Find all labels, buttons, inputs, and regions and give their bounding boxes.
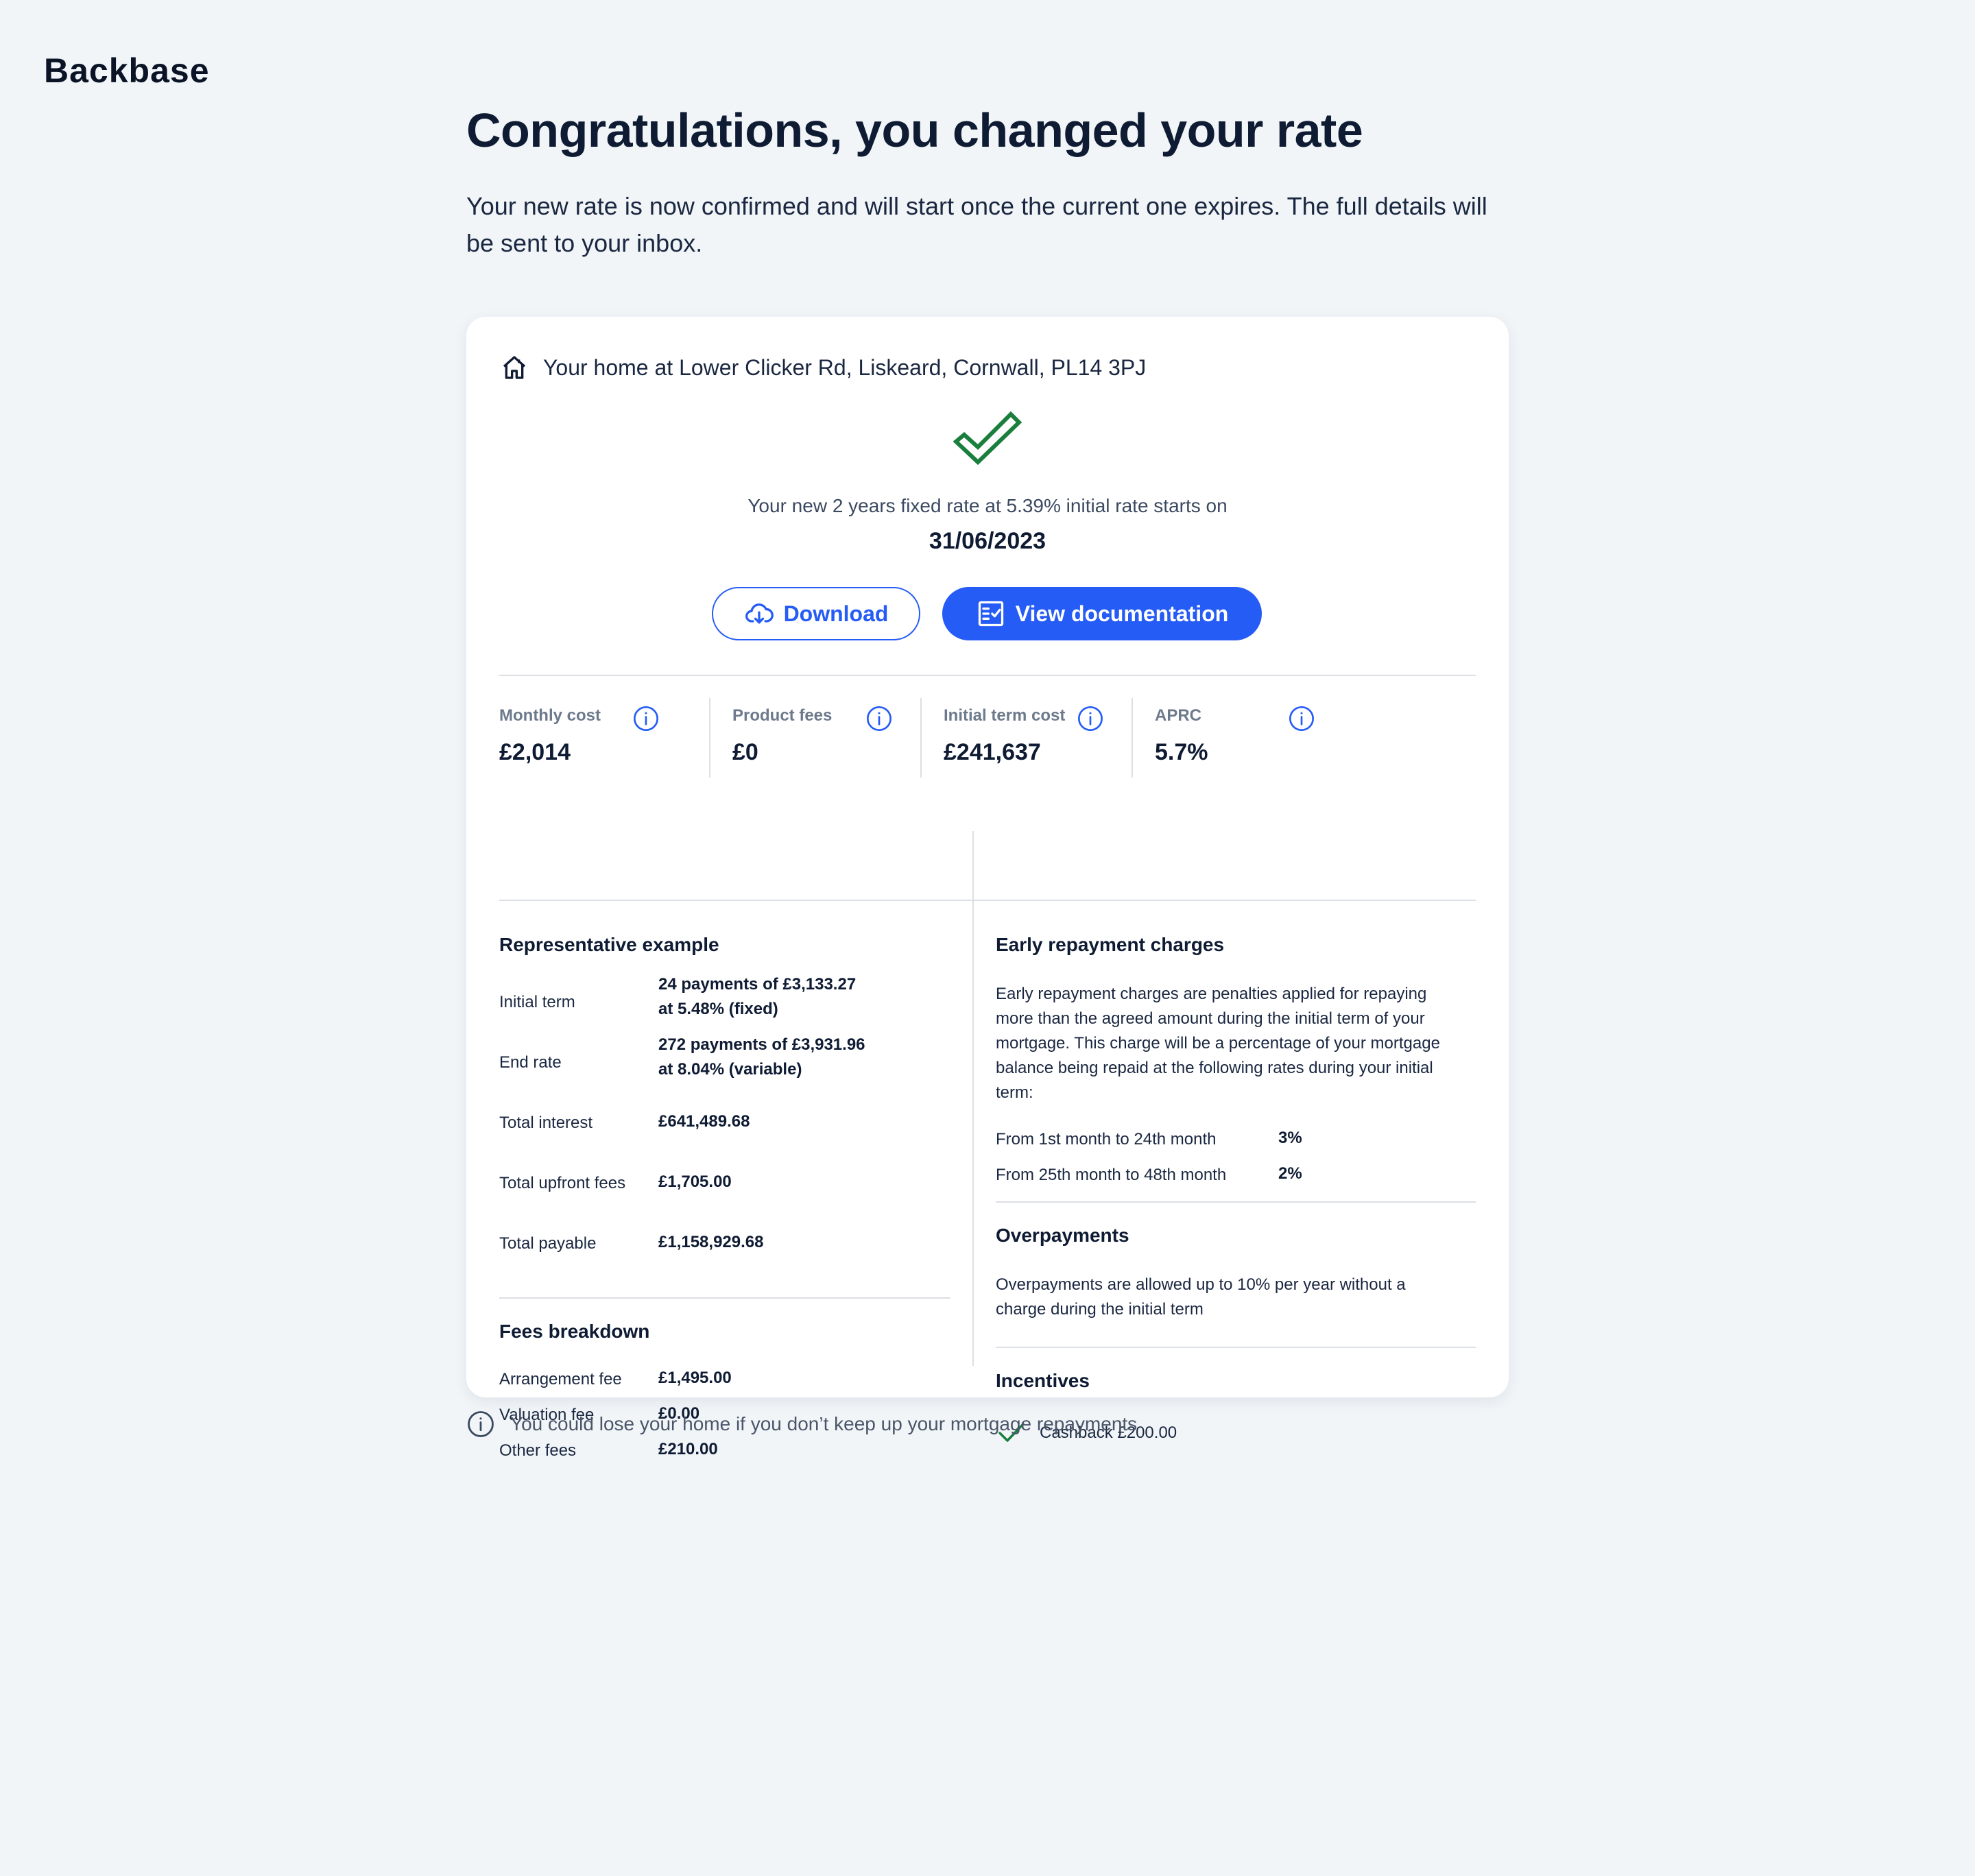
- stat-monthly-cost: Monthly cost £2,014: [499, 698, 709, 778]
- rep-row-value: 272 payments of £3,931.96 at 8.04% (vari…: [658, 1033, 865, 1082]
- fee-label: Other fees: [499, 1441, 577, 1460]
- rep-row-value-line: 272 payments of £3,931.96: [658, 1035, 865, 1054]
- page-subtitle: Your new rate is now confirmed and will …: [466, 192, 1487, 257]
- fee-value: £1,495.00: [658, 1369, 732, 1387]
- document-checklist-icon: [978, 601, 1003, 627]
- rep-row-value: £1,158,929.68: [658, 1233, 764, 1251]
- fee-value: £210.00: [658, 1440, 718, 1458]
- paragraph-line: term:: [996, 1083, 1033, 1102]
- erc-row-label: From 25th month to 48th month: [996, 1166, 1227, 1184]
- erc-row-label: From 1st month to 24th month: [996, 1130, 1217, 1149]
- paragraph-line: balance being repaid at the following ra…: [996, 1059, 1433, 1077]
- info-icon[interactable]: [632, 705, 660, 732]
- rep-row-value-line: at 8.04% (variable): [658, 1060, 802, 1079]
- rep-row-label: Total upfront fees: [499, 1174, 626, 1192]
- stat-value: 5.7%: [1155, 739, 1208, 765]
- divider: [499, 675, 1476, 676]
- rate-description: Your new 2 years fixed rate at 5.39% ini…: [747, 495, 1228, 516]
- paragraph-line: more than the agreed amount during the i…: [996, 1009, 1425, 1028]
- rep-row-value-line: 24 payments of £3,133.27: [658, 975, 857, 994]
- info-icon[interactable]: [1077, 705, 1104, 732]
- mortgage-disclaimer: You could lose your home if you don’t ke…: [466, 1410, 1137, 1439]
- divider: [499, 900, 1476, 901]
- early-repayment-text: Early repayment charges are penalties ap…: [996, 982, 1440, 1105]
- paragraph-line: Early repayment charges are penalties ap…: [996, 985, 1427, 1003]
- home-icon: [503, 356, 526, 379]
- page-title: Congratulations, you changed your rate: [466, 104, 1363, 157]
- stat-initial-term-cost: Initial term cost £241,637: [920, 698, 1132, 778]
- cloud-download-icon: [745, 603, 774, 624]
- early-repayment-title: Early repayment charges: [996, 934, 1225, 955]
- erc-row-value: 3%: [1278, 1129, 1302, 1147]
- rep-row-value: £1,705.00: [658, 1172, 732, 1191]
- info-icon: [468, 1411, 494, 1437]
- stat-value: £241,637: [944, 739, 1041, 765]
- rep-row-value: 24 payments of £3,133.27 at 5.48% (fixed…: [658, 972, 856, 1022]
- disclaimer-text: You could lose your home if you don’t ke…: [510, 1413, 1138, 1434]
- download-button[interactable]: Download: [712, 587, 920, 640]
- erc-row-value: 2%: [1278, 1164, 1302, 1183]
- paragraph-line: charge during the initial term: [996, 1300, 1204, 1319]
- overpayments-text: Overpayments are allowed up to 10% per y…: [996, 1273, 1406, 1322]
- overpayments-title: Overpayments: [996, 1225, 1129, 1246]
- rep-row-label: Total interest: [499, 1114, 593, 1132]
- stat-aprc: APRC 5.7%: [1132, 698, 1343, 778]
- property-address: Your home at Lower Clicker Rd, Liskeard,…: [543, 354, 1147, 380]
- fees-breakdown-title: Fees breakdown: [499, 1321, 650, 1342]
- paragraph-line: Overpayments are allowed up to 10% per y…: [996, 1275, 1406, 1294]
- rate-start-date: 31/06/2023: [929, 528, 1046, 554]
- stat-value: £0: [732, 739, 758, 765]
- success-check-icon: [953, 411, 1022, 465]
- divider: [996, 1347, 1476, 1348]
- divider: [996, 1201, 1476, 1203]
- backbase-logo: Backbase: [44, 51, 210, 90]
- view-documentation-button[interactable]: View documentation: [942, 587, 1262, 640]
- stat-product-fees: Product fees £0: [709, 698, 920, 778]
- paragraph-line: mortgage. This charge will be a percenta…: [996, 1034, 1440, 1053]
- view-documentation-label: View documentation: [1015, 601, 1229, 626]
- download-label: Download: [783, 601, 889, 626]
- fee-label: Arrangement fee: [499, 1370, 622, 1388]
- rep-row-label: Total payable: [499, 1234, 597, 1253]
- cost-summary: Monthly cost £2,014 Product fees £0 Init…: [499, 698, 1476, 778]
- confirmation-card: Your home at Lower Clicker Rd, Liskeard,…: [466, 317, 1509, 1460]
- info-icon[interactable]: [865, 705, 893, 732]
- rep-row-value: £641,489.68: [658, 1112, 750, 1131]
- main-content: Congratulations, you changed your rate Y…: [466, 103, 1509, 1460]
- stat-label: Monthly cost: [499, 706, 601, 725]
- property-row: Your home at Lower Clicker Rd, Liskeard,…: [501, 354, 1146, 381]
- rep-row-label: Initial term: [499, 993, 575, 1011]
- stat-label: Product fees: [732, 706, 833, 725]
- stat-label: APRC: [1155, 706, 1202, 725]
- column-divider: [972, 831, 974, 1366]
- rep-row-label: End rate: [499, 1053, 562, 1072]
- info-icon[interactable]: [1288, 705, 1315, 732]
- rep-row-value-line: at 5.48% (fixed): [658, 1000, 778, 1018]
- stat-value: £2,014: [499, 739, 571, 765]
- stat-label: Initial term cost: [944, 706, 1066, 725]
- representative-example-title: Representative example: [499, 934, 719, 955]
- divider: [499, 1297, 950, 1299]
- incentives-title: Incentives: [996, 1370, 1090, 1391]
